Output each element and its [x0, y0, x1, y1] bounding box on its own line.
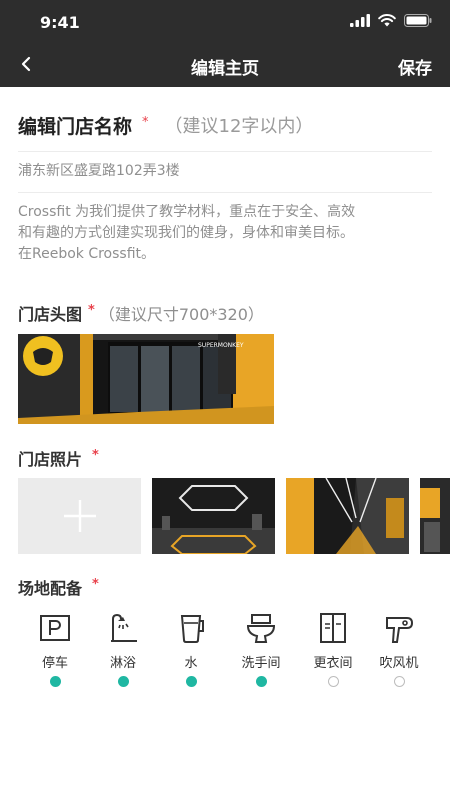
battery-icon — [404, 14, 432, 27]
status-icons — [350, 14, 432, 27]
facility-restroom[interactable]: 洗手间 — [225, 612, 297, 687]
cover-section-label: 门店头图 * （建议尺寸700*320） — [18, 301, 264, 325]
store-photo[interactable] — [420, 478, 450, 554]
store-photo[interactable] — [152, 478, 275, 554]
store-photo[interactable] — [286, 478, 409, 554]
store-name-field[interactable]: 编辑门店名称 * （建议12字以内） — [18, 108, 432, 142]
store-description[interactable]: Crossfit 为我们提供了教学材料，重点在于安全、高效 和有趣的方式创建实现… — [18, 202, 432, 265]
required-mark: * — [92, 447, 99, 463]
app-header: 9:41 编辑主页 保存 — [0, 0, 450, 87]
cover-label: 门店头图 — [18, 305, 83, 324]
save-button[interactable]: 保存 — [398, 54, 432, 79]
page-title: 编辑主页 — [191, 59, 259, 79]
facility-label: 洗手间 — [241, 656, 281, 671]
selected-indicator — [117, 676, 129, 687]
selected-indicator — [49, 676, 61, 687]
unselected-indicator — [393, 676, 405, 687]
selected-indicator — [255, 676, 267, 687]
add-photo-button[interactable] — [18, 478, 141, 554]
shower-icon — [111, 613, 137, 642]
cover-sign-text: SUPERMONKEY — [198, 342, 244, 349]
signal-icon — [350, 14, 370, 27]
photo-strip[interactable] — [18, 478, 450, 554]
facility-label: 吹风机 — [379, 656, 419, 671]
locker-room-icon — [320, 613, 346, 643]
description-line: 在Reebok Crossfit。 — [18, 246, 156, 262]
water-bottle-icon — [180, 615, 204, 643]
selected-indicator — [185, 676, 197, 687]
facility-water[interactable]: 水 — [155, 612, 227, 687]
status-time: 9:41 — [40, 13, 80, 32]
facility-parking[interactable]: 停车 — [19, 612, 91, 687]
facility-hair-dryer[interactable]: 吹风机 — [363, 612, 435, 687]
facilities-label: 场地配备 — [18, 579, 83, 598]
cover-image[interactable]: SUPERMONKEY — [18, 334, 274, 424]
required-mark: * — [142, 114, 149, 130]
required-mark: * — [88, 302, 95, 318]
facility-label: 水 — [184, 656, 198, 671]
description-line: Crossfit 为我们提供了教学材料，重点在于安全、高效 — [18, 204, 356, 220]
facility-shower[interactable]: 淋浴 — [87, 612, 159, 687]
parking-icon — [40, 615, 70, 641]
wifi-icon — [378, 14, 396, 27]
unselected-indicator — [327, 676, 339, 687]
photos-label: 门店照片 — [18, 450, 83, 469]
description-line: 和有趣的方式创建实现我们的健身，身体和审美目标。 — [18, 225, 354, 241]
plus-icon — [63, 500, 96, 532]
facilities-section-label: 场地配备 * — [18, 575, 99, 599]
facility-label: 淋浴 — [109, 656, 136, 671]
photos-section-label: 门店照片 * — [18, 446, 99, 470]
facility-label: 更衣间 — [313, 656, 353, 671]
divider — [18, 151, 432, 152]
required-mark: * — [92, 576, 99, 592]
nav-bar: 编辑主页 保存 — [0, 44, 450, 87]
store-name-hint: （建议12字以内） — [164, 116, 314, 137]
facility-label: 停车 — [41, 656, 68, 671]
facility-locker-room[interactable]: 更衣间 — [297, 612, 369, 687]
cover-hint: （建议尺寸700*320） — [98, 305, 264, 324]
store-address[interactable]: 浦东新区盛夏路102弄3楼 — [18, 160, 180, 180]
toilet-icon — [246, 614, 276, 643]
hair-dryer-icon — [386, 617, 414, 643]
divider — [18, 192, 432, 193]
gym-storefront-image: SUPERMONKEY — [18, 334, 274, 424]
facility-list: 停车 淋浴 水 洗手间 更衣间 吹风机 — [0, 612, 450, 692]
store-name-label: 编辑门店名称 — [18, 115, 133, 138]
status-bar: 9:41 — [0, 0, 450, 44]
